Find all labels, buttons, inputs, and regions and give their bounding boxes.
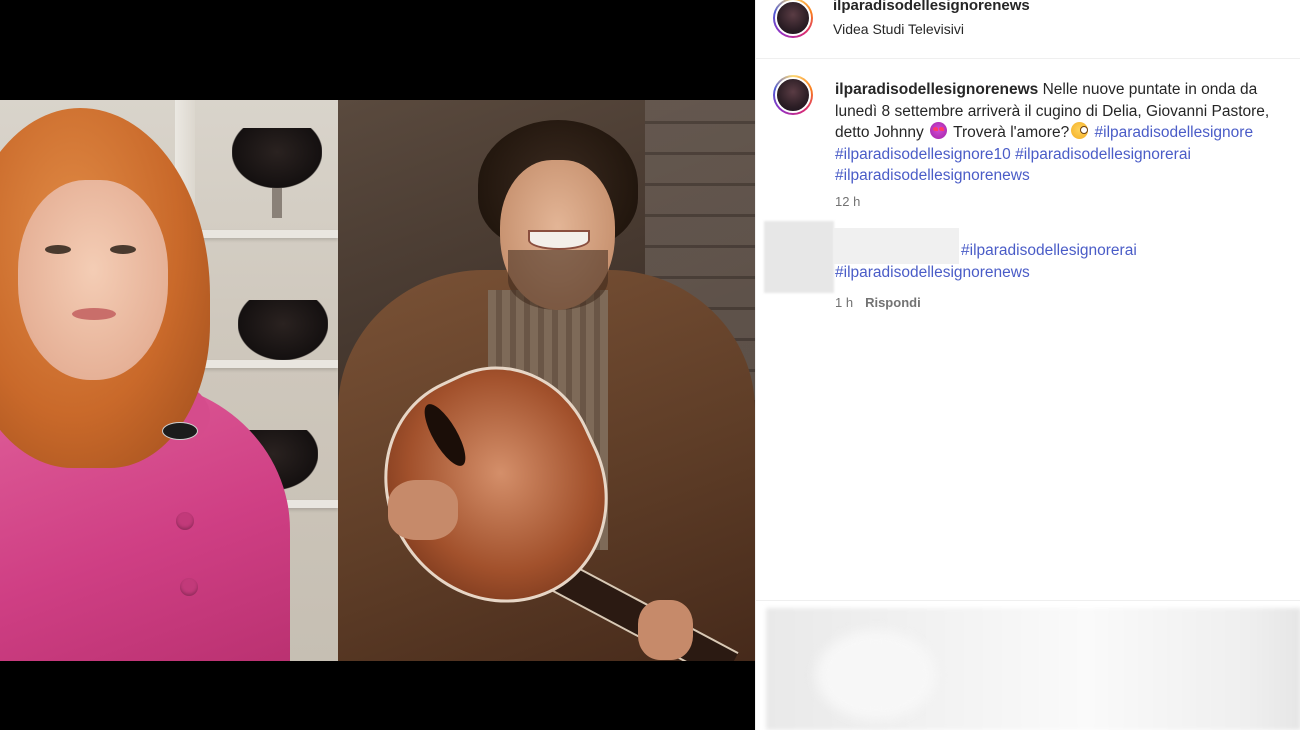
reply-button[interactable]: Rispondi: [865, 295, 921, 310]
comment-meta: 1 h Rispondi: [835, 295, 921, 310]
comment-item: #ilparadisodellesignorerai #ilparadisode…: [756, 218, 1300, 318]
post-media[interactable]: [0, 0, 755, 730]
woman-face: [18, 180, 168, 380]
profile-avatar[interactable]: [773, 0, 813, 38]
comment-text: #ilparadisodellesignorerai #ilparadisode…: [835, 240, 1275, 283]
name-badge: [162, 422, 198, 440]
post-sidebar: ilparadisodellesignorenews Videa Studi T…: [755, 0, 1300, 730]
caption-avatar[interactable]: [773, 75, 813, 115]
blurred-avatar: [764, 221, 834, 293]
comment-timestamp[interactable]: 1 h: [835, 295, 853, 310]
photo-left-panel: [0, 100, 338, 661]
hashtag-link[interactable]: #ilparadisodellesignorerai: [961, 242, 1137, 259]
caption-text: ilparadisodellesignorenews Nelle nuove p…: [835, 79, 1300, 187]
caption-timestamp[interactable]: 12 h: [835, 194, 860, 209]
post-username[interactable]: ilparadisodellesignorenews: [833, 0, 1030, 14]
hashtag-link[interactable]: #ilparadisodellesignorenews: [835, 167, 1030, 184]
monocle-emoji-icon: [1071, 122, 1089, 139]
hashtag-link[interactable]: #ilparadisodellesignore10: [835, 146, 1011, 163]
hashtag-link[interactable]: #ilparadisodellesignore: [1095, 124, 1254, 141]
post-view: ilparadisodellesignorenews Videa Studi T…: [0, 0, 1300, 730]
post-photo: [0, 100, 755, 661]
hat: [232, 128, 322, 188]
divider: [756, 600, 1300, 601]
hashtag-link[interactable]: #ilparadisodellesignorenews: [835, 264, 1030, 281]
heart-eyes-emoji-icon: [930, 122, 948, 139]
caption-username[interactable]: ilparadisodellesignorenews: [835, 81, 1038, 98]
caption-body-2: Troverà l'amore?: [949, 124, 1070, 141]
post-location[interactable]: Videa Studi Televisivi: [833, 21, 964, 37]
hat: [238, 300, 328, 360]
photo-right-panel: [338, 100, 755, 661]
post-header: ilparadisodellesignorenews Videa Studi T…: [756, 0, 1300, 59]
hashtag-link[interactable]: #ilparadisodellesignorerai: [1015, 146, 1191, 163]
